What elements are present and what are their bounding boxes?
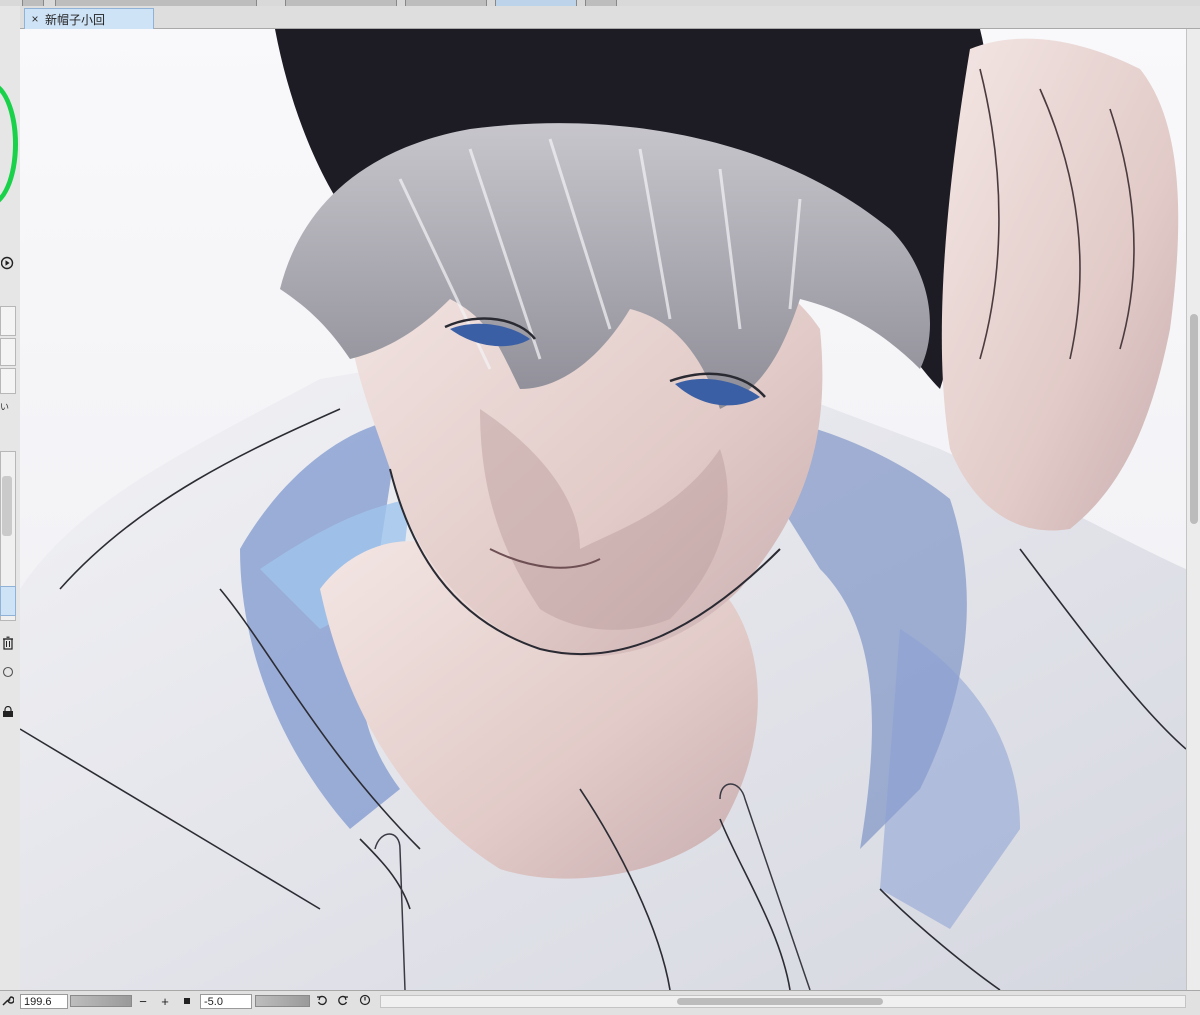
- zoom-out-button[interactable]: −: [136, 994, 150, 1010]
- panel-button[interactable]: [0, 306, 16, 336]
- horizontal-scrollbar-thumb[interactable]: [677, 998, 883, 1005]
- vertical-scrollbar[interactable]: [1186, 29, 1200, 990]
- rotation-field[interactable]: -5.0: [200, 994, 252, 1009]
- status-bar: 199.6 − + -5.0 ‹: [0, 990, 1200, 1015]
- lock-icon[interactable]: [0, 705, 16, 722]
- zoom-slider[interactable]: [70, 995, 132, 1007]
- wrench-icon[interactable]: [0, 994, 15, 1010]
- artwork: [20, 29, 1186, 990]
- panel-button[interactable]: [0, 368, 16, 394]
- layer-item-selected[interactable]: [0, 586, 16, 616]
- rotation-slider[interactable]: [255, 995, 310, 1007]
- drawing-canvas[interactable]: [20, 29, 1186, 990]
- zoom-fit-icon[interactable]: [180, 994, 194, 1010]
- color-wheel[interactable]: [0, 81, 18, 207]
- trash-icon[interactable]: [0, 636, 16, 652]
- left-panel: い: [0, 6, 21, 990]
- rotate-left-icon[interactable]: [315, 994, 329, 1010]
- document-tab-bar: × 新帽子小回: [20, 6, 1200, 29]
- zoom-field[interactable]: 199.6: [20, 994, 68, 1009]
- zoom-in-button[interactable]: +: [158, 994, 172, 1010]
- document-tab-title: 新帽子小回: [45, 12, 106, 27]
- panel-button[interactable]: [0, 338, 16, 366]
- horizontal-scrollbar[interactable]: [380, 995, 1186, 1008]
- layer-icon[interactable]: [0, 666, 16, 682]
- document-tab[interactable]: × 新帽子小回: [24, 8, 154, 29]
- rotate-right-icon[interactable]: [336, 994, 350, 1010]
- reset-rotation-icon[interactable]: [358, 994, 372, 1010]
- layer-list-scrollbar[interactable]: [2, 476, 12, 536]
- panel-dropdown[interactable]: [0, 396, 16, 420]
- play-icon[interactable]: [0, 256, 16, 272]
- vertical-scrollbar-thumb[interactable]: [1190, 314, 1198, 524]
- close-icon[interactable]: ×: [28, 12, 42, 26]
